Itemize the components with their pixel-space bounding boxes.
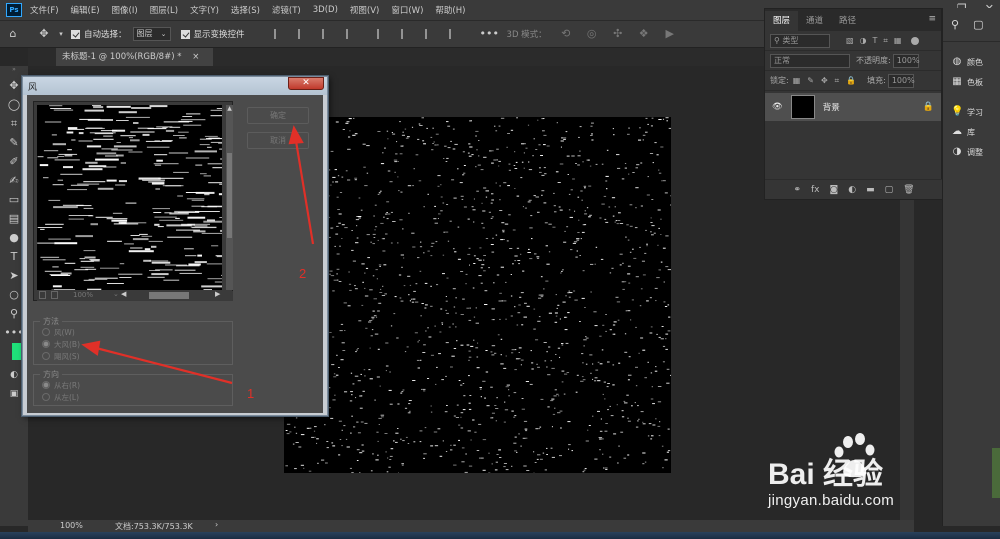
arrow-1-line	[95, 346, 233, 385]
annotation-label-2: 2	[299, 266, 307, 281]
watermark-brand: Bai 经验	[768, 457, 883, 491]
watermark-url: jingyan.baidu.com	[768, 492, 895, 509]
baidu-watermark: Bai 经验	[768, 433, 883, 491]
arrow-2-head	[288, 125, 304, 145]
annotation-label-1: 1	[247, 386, 255, 401]
arrow-1-head	[81, 340, 101, 356]
arrow-2-line	[294, 140, 315, 245]
photoshop-window: Ps 文件(F) 编辑(E) 图像(I) 图层(L) 文字(Y) 选择(S) 滤…	[0, 0, 1000, 539]
